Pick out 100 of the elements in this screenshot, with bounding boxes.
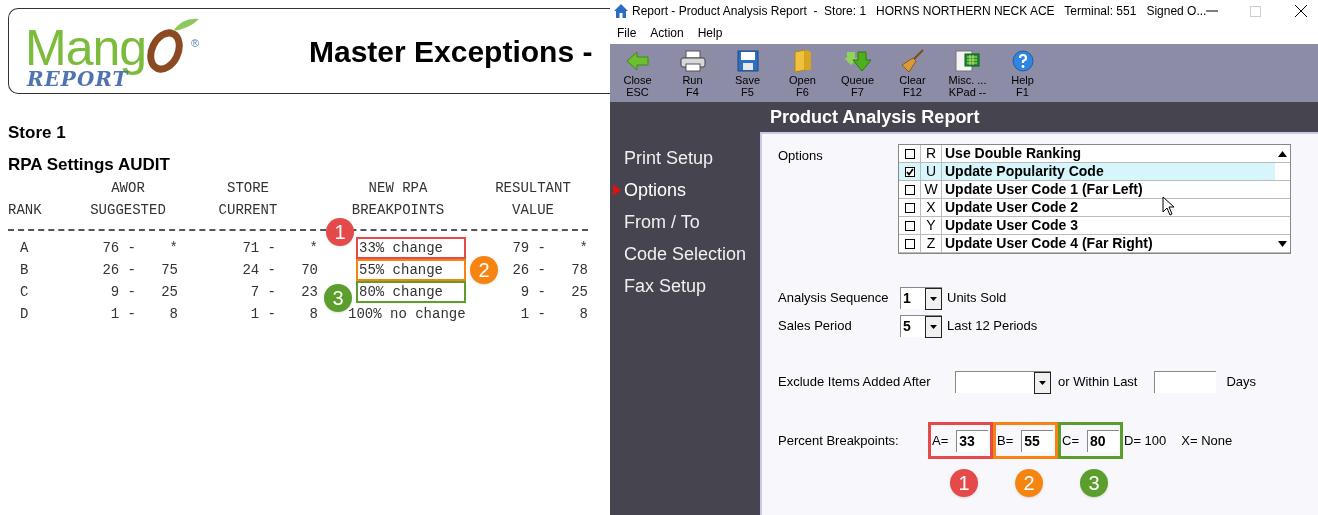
folder-icon: [792, 49, 813, 73]
mouse-cursor-icon: [1162, 196, 1176, 216]
number-badge: 2: [470, 256, 498, 284]
caret-icon: [925, 316, 942, 338]
column-heading: VALUE: [512, 201, 554, 218]
field-description: Units Sold: [947, 289, 1007, 308]
nav-item[interactable]: Fax Setup: [624, 272, 707, 300]
option-text: Update User Code 2: [945, 199, 1079, 216]
field-label: Analysis Sequence: [778, 289, 890, 308]
list-item[interactable]: X Update User Code 2: [899, 199, 1290, 217]
column-heading: RANK: [8, 201, 42, 218]
table-cell: 1 - 8: [110, 305, 178, 322]
field-note: X= None: [1181, 431, 1233, 450]
number-badge: 2: [1015, 469, 1043, 497]
options-list[interactable]: R Use Double Ranking U Update Popularity Code W Update User Code 1 (Far Left) X Update User Code 2 Y Update User Code 3 Z Update User Code 4 (Far Right): [898, 144, 1291, 254]
option-letter: R: [921, 145, 942, 162]
option-text: Update User Code 1 (Far Left): [945, 181, 1143, 198]
caret-icon: [925, 288, 942, 310]
nav-item[interactable]: Code Selection: [624, 240, 747, 268]
arrow-left-icon: [625, 50, 650, 72]
toolbar-button[interactable]: Open F6: [775, 44, 830, 102]
nav-item[interactable]: Options: [624, 176, 687, 204]
highlighted-cell: 33% change: [356, 237, 466, 259]
table-cell: 26 - 78: [512, 261, 588, 278]
toolbar-button[interactable]: Misc. ... KPad --: [940, 44, 995, 102]
report-title: Master Exceptions -: [309, 33, 593, 70]
checkbox[interactable]: [904, 148, 915, 159]
highlighted-cell: 80% change: [356, 281, 466, 303]
input-field[interactable]: [1154, 371, 1217, 393]
menu-item[interactable]: Action: [650, 24, 684, 42]
close-icon[interactable]: [1295, 5, 1308, 17]
option-letter: X: [921, 199, 942, 216]
field-description: Last 12 Periods: [947, 317, 1038, 336]
column-heading: AWOR: [111, 180, 145, 196]
menu-item[interactable]: Help: [697, 24, 723, 42]
report-subtitle: RPA Settings AUDIT: [8, 153, 171, 176]
toolbar-button[interactable]: Save F5: [720, 44, 775, 102]
toolbar-button[interactable]: Queue F7: [830, 44, 885, 102]
option-letter: Z: [921, 235, 942, 252]
number-badge: 1: [950, 469, 978, 497]
list-item[interactable]: Y Update User Code 3: [899, 217, 1290, 235]
input-field[interactable]: 80: [1087, 429, 1119, 452]
table-cell: 26 - 75: [102, 261, 178, 278]
dropdown-field[interactable]: 5: [900, 315, 942, 337]
input-field[interactable]: 33: [956, 429, 989, 452]
table-cell: 9 - 25: [520, 283, 588, 300]
list-item[interactable]: U Update Popularity Code: [899, 163, 1290, 181]
field-label: Sales Period: [778, 317, 853, 336]
logo-text: Mang: [25, 23, 147, 73]
registered-mark: ®: [191, 36, 200, 51]
nav-item[interactable]: From / To: [624, 208, 700, 236]
option-text: Use Double Ranking: [945, 145, 1082, 162]
menu-item[interactable]: File: [617, 24, 637, 42]
field-label: C=: [1062, 431, 1079, 450]
window-title: Report - Product Analysis Report - Store: 1 HORNS NORTHERN NECK ACE Terminal: 551 Signed O...: [632, 3, 1207, 20]
dropdown-field[interactable]: [955, 371, 1051, 393]
number-badge: 1: [326, 218, 354, 246]
table-cell: 24 - 70: [242, 261, 318, 278]
keypad-icon: [954, 50, 981, 72]
toolbar-button[interactable]: Clear F12: [885, 44, 940, 102]
column-heading: STORE: [227, 180, 269, 196]
toolbar-button[interactable]: Close ESC: [610, 44, 665, 102]
list-item[interactable]: R Use Double Ranking: [899, 145, 1290, 163]
section-heading: Product Analysis Report: [770, 105, 980, 129]
store-label: Store 1: [8, 122, 67, 144]
number-badge: 3: [1080, 469, 1108, 497]
table-cell: 71 - *: [242, 239, 318, 256]
checkbox[interactable]: [904, 184, 915, 195]
table-cell: 7 - 23: [250, 283, 318, 300]
toolbar-button[interactable]: Help F1: [995, 44, 1050, 102]
table-cell: 1 - 8: [250, 305, 318, 322]
option-letter: U: [921, 163, 942, 180]
broom-icon: [900, 49, 925, 73]
option-text: Update User Code 3: [945, 217, 1079, 234]
highlighted-cell: 55% change: [356, 259, 466, 281]
checkbox[interactable]: [904, 220, 915, 231]
field-label: B=: [997, 431, 1014, 450]
field-label: A=: [932, 431, 949, 450]
list-item[interactable]: W Update User Code 1 (Far Left): [899, 181, 1290, 199]
list-item[interactable]: Z Update User Code 4 (Far Right): [899, 235, 1290, 253]
dropdown-field[interactable]: 1: [900, 287, 942, 309]
checkbox[interactable]: [904, 166, 915, 177]
option-letter: Y: [921, 217, 942, 234]
checkbox[interactable]: [904, 202, 915, 213]
table-cell: 76 - *: [102, 239, 178, 256]
toolbar-button[interactable]: Run F4: [665, 44, 720, 102]
floppy-icon: [736, 50, 759, 72]
column-heading: NEW RPA: [368, 180, 428, 196]
field-note: D= 100: [1124, 431, 1167, 450]
scroll-up-icon[interactable]: [1278, 150, 1287, 157]
printer-icon: [679, 50, 706, 72]
column-heading: BREAKPOINTS: [351, 201, 445, 218]
home-icon: [613, 3, 629, 19]
input-field[interactable]: 55: [1021, 429, 1054, 452]
table-cell: B: [20, 261, 29, 278]
scroll-down-icon[interactable]: [1278, 240, 1287, 247]
field-label: Options: [778, 147, 824, 165]
nav-item[interactable]: Print Setup: [624, 144, 714, 172]
table-cell: D: [20, 305, 29, 322]
checkbox[interactable]: [904, 238, 915, 249]
